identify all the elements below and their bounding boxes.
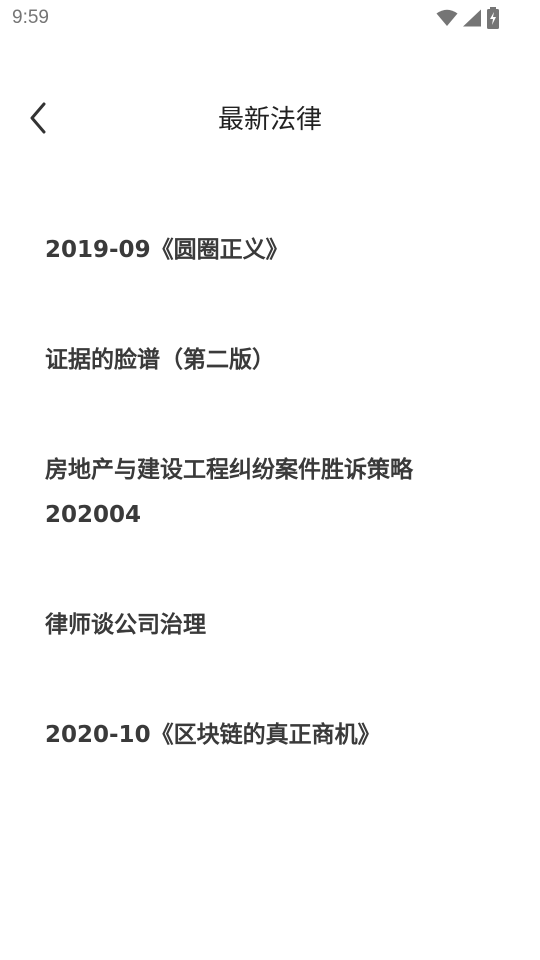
status-icons <box>436 6 500 30</box>
law-item-label: 房地产与建设工程纠纷案件胜诉策略202004 <box>45 457 413 528</box>
status-time: 9:59 <box>12 7 49 28</box>
law-item-label: 2019-09《圆圈正义》 <box>45 237 289 263</box>
law-list-item[interactable]: 律师谈公司治理 <box>0 571 540 681</box>
battery-charging-icon <box>486 7 500 29</box>
law-item-label: 2020-10《区块链的真正商机》 <box>45 722 381 748</box>
law-list-item[interactable]: 房地产与建设工程纠纷案件胜诉策略202004 <box>0 416 540 571</box>
law-item-label: 证据的脸谱（第二版） <box>45 347 275 373</box>
wifi-icon <box>436 9 458 27</box>
page-title: 最新法律 <box>217 105 322 135</box>
cellular-signal-icon <box>462 9 482 27</box>
app-bar: 最新法律 <box>0 90 540 150</box>
law-list-item[interactable]: 2019-09《圆圈正义》 <box>0 196 540 306</box>
law-item-label: 律师谈公司治理 <box>45 612 206 638</box>
law-list-item[interactable]: 2020-10《区块链的真正商机》 <box>0 681 540 791</box>
status-bar: 9:59 <box>0 0 540 36</box>
law-list: 2019-09《圆圈正义》 证据的脸谱（第二版） 房地产与建设工程纠纷案件胜诉策… <box>0 196 540 791</box>
law-list-item[interactable]: 证据的脸谱（第二版） <box>0 306 540 416</box>
